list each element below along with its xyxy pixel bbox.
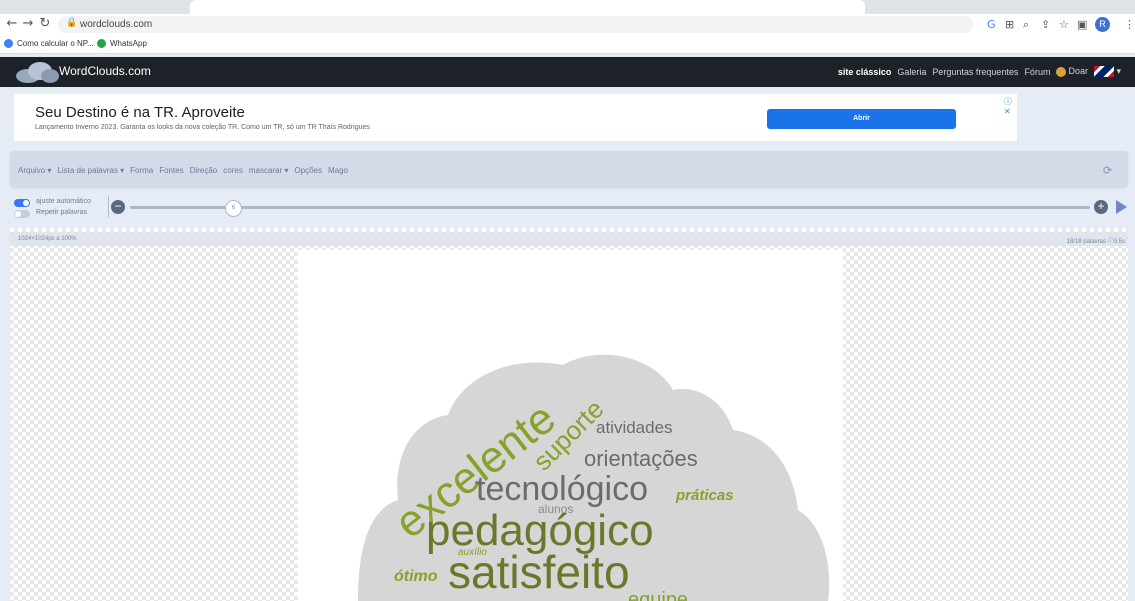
word-count-label: 18/18 palavras ⓘ0.5s — [1066, 239, 1125, 245]
ad-title[interactable]: Seu Destino é na TR. Aproveite — [35, 104, 245, 121]
back-icon[interactable]: ← — [4, 16, 20, 32]
menu-gallery[interactable]: Galeria — [897, 67, 926, 77]
canvas-size-label: 1024×1024px a 100% — [18, 236, 77, 242]
menu-forum[interactable]: Fórum — [1024, 67, 1050, 77]
menu-classic-site[interactable]: site clássico — [838, 67, 892, 77]
menu-options[interactable]: Opções — [294, 166, 322, 175]
word-orientacoes[interactable]: orientações — [584, 446, 698, 471]
auto-fit-label: ajuste automático — [36, 198, 91, 205]
star-icon[interactable]: ☆ — [1059, 18, 1069, 31]
site-menu: site clássico Galeria Perguntas frequent… — [838, 66, 1121, 78]
bookmark-favicon-icon — [4, 39, 13, 48]
active-tab[interactable] — [190, 0, 865, 14]
word-praticas[interactable]: práticas — [675, 487, 734, 504]
kebab-menu-icon[interactable]: ⋮ — [1124, 18, 1135, 31]
word-atividades[interactable]: atividades — [596, 418, 673, 437]
whatsapp-icon — [97, 39, 106, 48]
play-icon[interactable] — [1116, 200, 1127, 214]
word-otimo[interactable]: ótimo — [394, 568, 438, 585]
zoom-out-button[interactable]: − — [111, 200, 125, 214]
menu-shape[interactable]: Forma — [130, 166, 153, 175]
bookmark-item[interactable]: WhatsApp — [97, 39, 147, 48]
bookmark-item[interactable]: Como calcular o NP... — [4, 39, 94, 48]
menu-faq[interactable]: Perguntas frequentes — [932, 67, 1018, 77]
logo-cloud-icon[interactable] — [14, 60, 60, 84]
word-satisfeito[interactable]: satisfeito — [448, 546, 630, 598]
slider-handle[interactable]: 6 — [225, 200, 242, 217]
menu-file[interactable]: Arquivo ▾ — [18, 166, 51, 175]
ad-open-button[interactable]: Abrir — [767, 109, 956, 129]
app-menu: Arquivo ▾ Lista de palavras ▾ Forma Font… — [18, 166, 348, 175]
zoom-icon[interactable]: ⌕ — [1023, 18, 1029, 32]
canvas-info-bar — [10, 232, 1128, 246]
word-equipe[interactable]: equipe — [628, 589, 688, 601]
site-logo-text[interactable]: WordClouds.com — [59, 64, 151, 78]
size-slider[interactable] — [130, 206, 1090, 209]
refresh-icon[interactable]: ⟳ — [1103, 164, 1112, 177]
ad-choices-icon[interactable]: ⓘ ✕ — [1004, 96, 1017, 116]
language-selector[interactable]: ▾ — [1093, 66, 1121, 78]
menu-fonts[interactable]: Fontes — [159, 166, 183, 175]
auto-fit-toggle[interactable] — [14, 199, 30, 207]
repeat-words-toggle[interactable] — [14, 210, 30, 218]
reload-icon[interactable]: ↻ — [37, 16, 53, 32]
browser-tab-strip — [0, 0, 1135, 14]
zoom-in-button[interactable]: + — [1094, 200, 1108, 214]
address-bar[interactable] — [58, 16, 973, 33]
menu-direction[interactable]: Direção — [190, 166, 218, 175]
lock-icon: 🔒 — [66, 18, 78, 28]
google-icon[interactable]: G — [987, 18, 996, 31]
divider — [108, 196, 109, 218]
translate-icon[interactable]: ⊞ — [1005, 18, 1014, 31]
donate-icon — [1056, 66, 1067, 77]
uk-flag-icon — [1093, 66, 1114, 78]
menu-donate[interactable]: Doar — [1056, 66, 1088, 77]
menu-mask[interactable]: mascarar ▾ — [249, 166, 289, 175]
profile-avatar[interactable]: R — [1095, 17, 1110, 32]
repeat-words-label: Repetir palavras — [36, 209, 87, 216]
ad-banner[interactable]: Seu Destino é na TR. Aproveite Lançament… — [14, 94, 1017, 141]
share-icon[interactable]: ⇪ — [1041, 18, 1050, 31]
ad-description: Lançamento Inverno 2023. Garanta os look… — [35, 124, 370, 131]
bookmarks-bar — [0, 36, 1135, 54]
menu-colors[interactable]: cores — [223, 166, 243, 175]
menu-word-list[interactable]: Lista de palavras ▾ — [57, 166, 124, 175]
sidepanel-icon[interactable]: ▣ — [1077, 18, 1087, 31]
wordcloud[interactable]: excelente suporte atividades orientações… — [298, 250, 843, 601]
menu-wizard[interactable]: Mago — [328, 166, 348, 175]
forward-icon[interactable]: → — [20, 16, 36, 32]
url-text[interactable]: wordclouds.com — [80, 19, 152, 30]
